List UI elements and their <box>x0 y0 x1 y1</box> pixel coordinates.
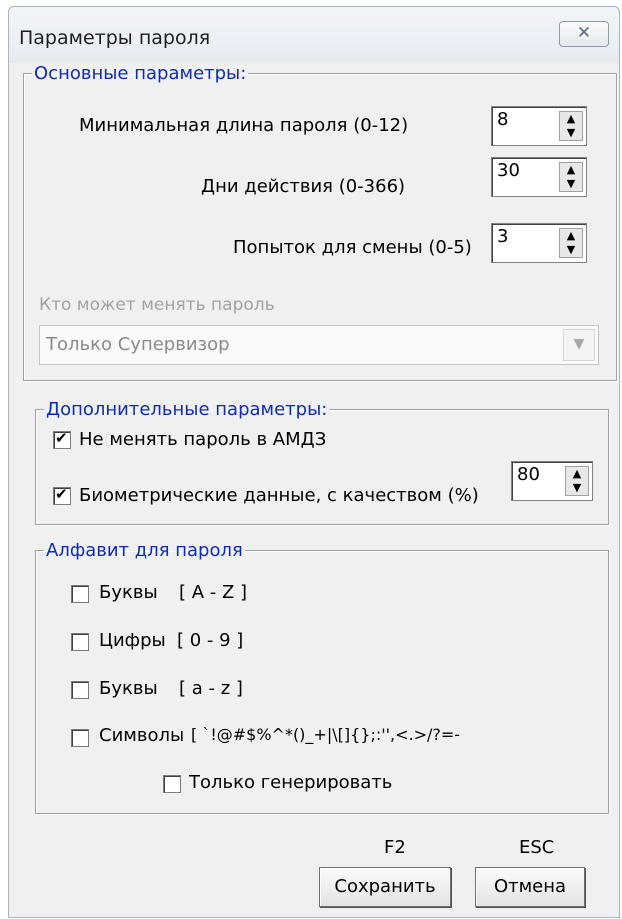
digits-label: Цифры <box>99 630 166 651</box>
biometric-label: Биометрические данные, с качеством (%) <box>79 485 479 506</box>
valid-days-value[interactable]: 30 <box>497 160 520 181</box>
min-length-arrows[interactable]: ▲ ▼ <box>559 111 583 141</box>
digits-checkbox[interactable] <box>71 633 89 651</box>
arrow-down-icon[interactable]: ▼ <box>560 126 582 140</box>
biometric-quality-arrows[interactable]: ▲ ▼ <box>565 466 589 496</box>
upper-letters-checkbox[interactable] <box>71 585 89 603</box>
extra-parameters-legend: Дополнительные параметры: <box>46 399 328 420</box>
biometric-quality-spinner[interactable]: 80 ▲ ▼ <box>511 461 593 501</box>
who-can-change-value: Только Супервизор <box>46 334 230 355</box>
no-change-amdz-checkbox[interactable] <box>53 429 71 449</box>
who-can-change-select[interactable]: Только Супервизор ▼ <box>39 325 599 365</box>
arrow-up-icon[interactable]: ▲ <box>560 163 582 177</box>
valid-days-arrows[interactable]: ▲ ▼ <box>559 162 583 192</box>
valid-days-label: Дни действия (0-366) <box>201 176 406 197</box>
upper-letters-label: Буквы <box>99 582 158 603</box>
lower-letters-label: Буквы <box>99 678 158 699</box>
save-hotkey: F2 <box>384 837 406 858</box>
main-parameters-legend: Основные параметры: <box>34 63 247 84</box>
symbols-checkbox[interactable] <box>71 729 89 747</box>
arrow-down-icon[interactable]: ▼ <box>560 243 582 257</box>
change-attempts-label: Попыток для смены (0-5) <box>233 237 472 258</box>
symbols-label: Символы <box>99 725 185 746</box>
alphabet-legend: Алфавит для пароля <box>46 540 243 561</box>
cancel-hotkey: ESC <box>519 837 555 858</box>
cancel-button[interactable]: Отмена <box>475 867 585 907</box>
valid-days-spinner[interactable]: 30 ▲ ▼ <box>491 157 587 197</box>
lower-letters-checkbox[interactable] <box>71 681 89 699</box>
generate-only-label: Только генерировать <box>189 772 393 793</box>
change-attempts-value[interactable]: 3 <box>497 226 508 247</box>
arrow-up-icon[interactable]: ▲ <box>560 229 582 243</box>
min-length-spinner[interactable]: 8 ▲ ▼ <box>491 106 587 146</box>
biometric-checkbox[interactable] <box>53 485 71 505</box>
upper-letters-range: [ A - Z ] <box>179 582 248 603</box>
arrow-up-icon[interactable]: ▲ <box>560 112 582 126</box>
title-bar[interactable]: Параметры пароля ✕ <box>9 7 619 63</box>
generate-only-checkbox[interactable] <box>163 775 181 793</box>
password-settings-dialog: Параметры пароля ✕ Основные параметры: М… <box>8 6 620 918</box>
close-icon: ✕ <box>576 23 592 43</box>
save-button[interactable]: Сохранить <box>319 867 451 907</box>
no-change-amdz-label: Не менять пароль в АМДЗ <box>79 429 327 450</box>
window-title: Параметры пароля <box>19 27 211 49</box>
change-attempts-spinner[interactable]: 3 ▲ ▼ <box>491 223 587 263</box>
digits-range: [ 0 - 9 ] <box>177 630 244 651</box>
dropdown-button[interactable]: ▼ <box>563 329 595 361</box>
min-length-label: Минимальная длина пароля (0-12) <box>79 115 409 136</box>
symbols-range: [ `!@#$%^*()_+|\[]{};:'',<.>/?=- <box>191 725 461 744</box>
arrow-down-icon[interactable]: ▼ <box>560 177 582 191</box>
min-length-value[interactable]: 8 <box>497 109 508 130</box>
close-button[interactable]: ✕ <box>559 21 609 47</box>
who-can-change-label: Кто может менять пароль <box>39 295 275 315</box>
biometric-quality-value[interactable]: 80 <box>517 464 540 485</box>
lower-letters-range: [ a - z ] <box>179 678 243 699</box>
change-attempts-arrows[interactable]: ▲ ▼ <box>559 228 583 258</box>
arrow-down-icon[interactable]: ▼ <box>566 481 588 495</box>
arrow-up-icon[interactable]: ▲ <box>566 467 588 481</box>
chevron-down-icon: ▼ <box>573 336 585 352</box>
